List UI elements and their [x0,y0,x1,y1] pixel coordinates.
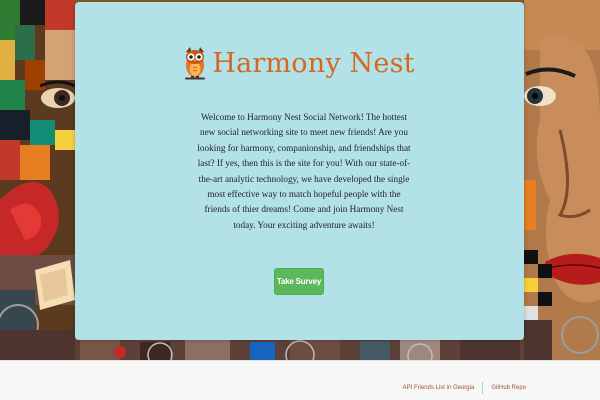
welcome-card: Harmony Nest Welcome to Harmony Nest Soc… [75,2,524,340]
footer-divider [482,382,484,394]
footer: API Friends List in Georgia GitHub Repo [0,360,600,400]
footer-link-api-friends-list[interactable]: API Friends List in Georgia [403,385,475,391]
page: Harmony Nest Welcome to Harmony Nest Soc… [0,0,600,400]
footer-link-github-repo[interactable]: GitHub Repo [491,385,526,391]
intro-paragraph: Welcome to Harmony Nest Social Network! … [197,112,411,230]
footer-links: API Friends List in Georgia GitHub Repo [403,382,526,394]
brand-header: Harmony Nest [75,46,524,80]
owl-icon [184,46,206,80]
brand-title: Harmony Nest [212,47,415,79]
take-survey-button[interactable]: Take Survey [274,268,324,295]
